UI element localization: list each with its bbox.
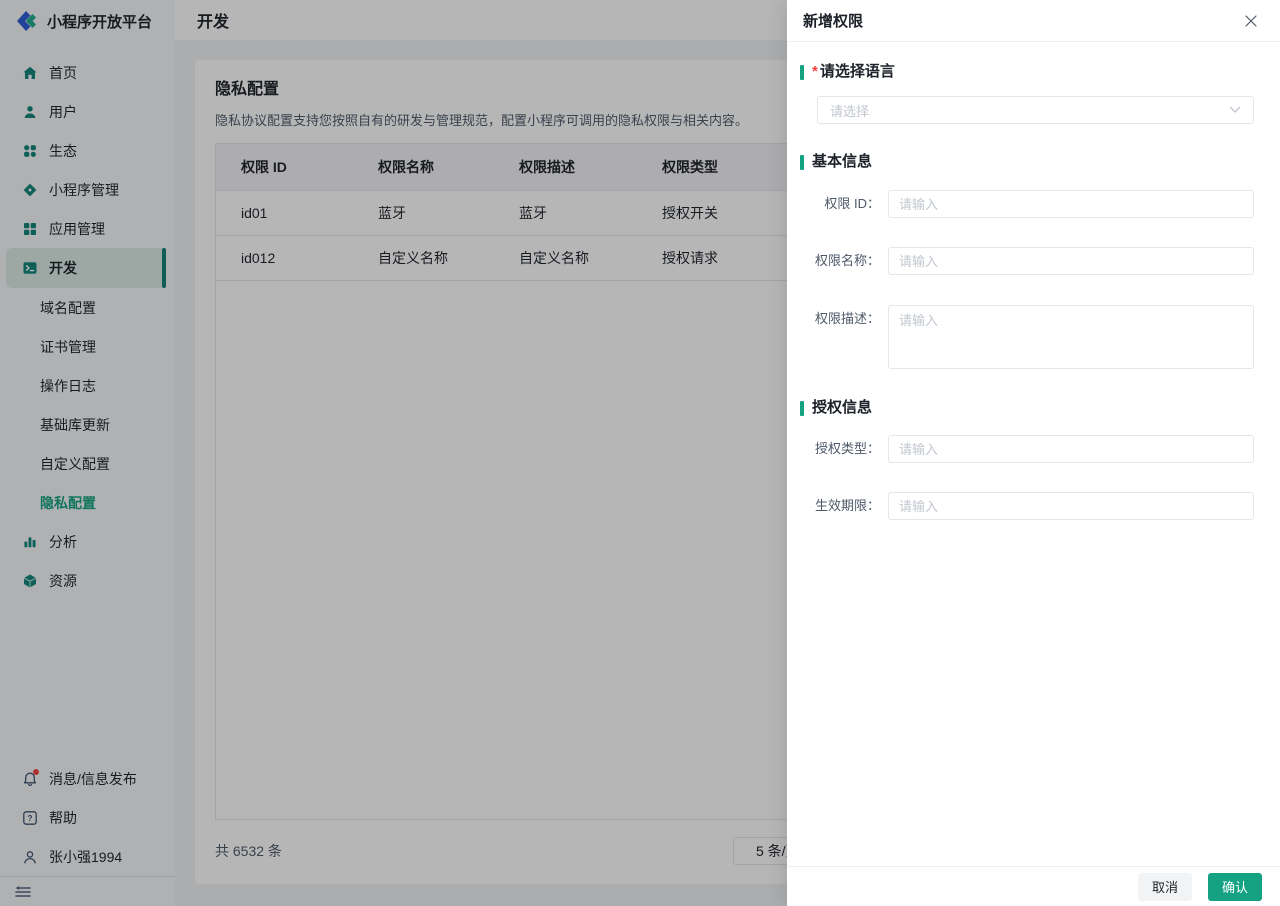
auth-type-input[interactable] (888, 435, 1254, 463)
section-basic-info: 基本信息 (800, 153, 1254, 171)
close-icon (1244, 14, 1258, 28)
form-row-permission-name: 权限名称： (800, 247, 1254, 275)
form-row-permission-desc: 权限描述： (800, 305, 1254, 369)
drawer-header: 新增权限 (787, 0, 1280, 42)
chevron-down-icon (1229, 106, 1241, 114)
section-accent-bar (800, 401, 804, 416)
section-language: * 请选择语言 (800, 63, 1254, 81)
section-title: 授权信息 (812, 399, 872, 417)
section-accent-bar (800, 65, 804, 80)
close-button[interactable] (1242, 12, 1260, 30)
form-row-permission-id: 权限 ID： (800, 190, 1254, 218)
form-row-effective-period: 生效期限： (800, 492, 1254, 520)
field-label: 权限名称： (800, 247, 880, 275)
field-label: 权限描述： (800, 305, 880, 333)
confirm-button[interactable]: 确认 (1208, 873, 1262, 901)
drawer-title: 新增权限 (803, 10, 863, 31)
effective-period-input[interactable] (888, 492, 1254, 520)
permission-name-input[interactable] (888, 247, 1254, 275)
permission-desc-textarea[interactable] (888, 305, 1254, 369)
section-title: 基本信息 (812, 153, 872, 171)
field-label: 授权类型： (800, 435, 880, 463)
language-select[interactable]: 请选择 (817, 96, 1254, 124)
app-root: 小程序开放平台 首页 用户 生态 小程序管理 应用管理 (0, 0, 1280, 906)
add-permission-drawer: 新增权限 * 请选择语言 请选择 基本信息 (787, 0, 1280, 906)
form-row-auth-type: 授权类型： (800, 435, 1254, 463)
section-accent-bar (800, 155, 804, 170)
drawer-body: * 请选择语言 请选择 基本信息 权限 ID： 权限名称： (787, 42, 1280, 866)
required-mark: * (812, 63, 818, 81)
field-label: 权限 ID： (800, 190, 880, 218)
section-title: 请选择语言 (820, 63, 895, 81)
drawer-footer: 取消 确认 (787, 866, 1280, 906)
select-placeholder: 请选择 (830, 101, 869, 120)
cancel-button[interactable]: 取消 (1138, 873, 1192, 901)
section-auth-info: 授权信息 (800, 399, 1254, 417)
permission-id-input[interactable] (888, 190, 1254, 218)
field-label: 生效期限： (800, 492, 880, 520)
